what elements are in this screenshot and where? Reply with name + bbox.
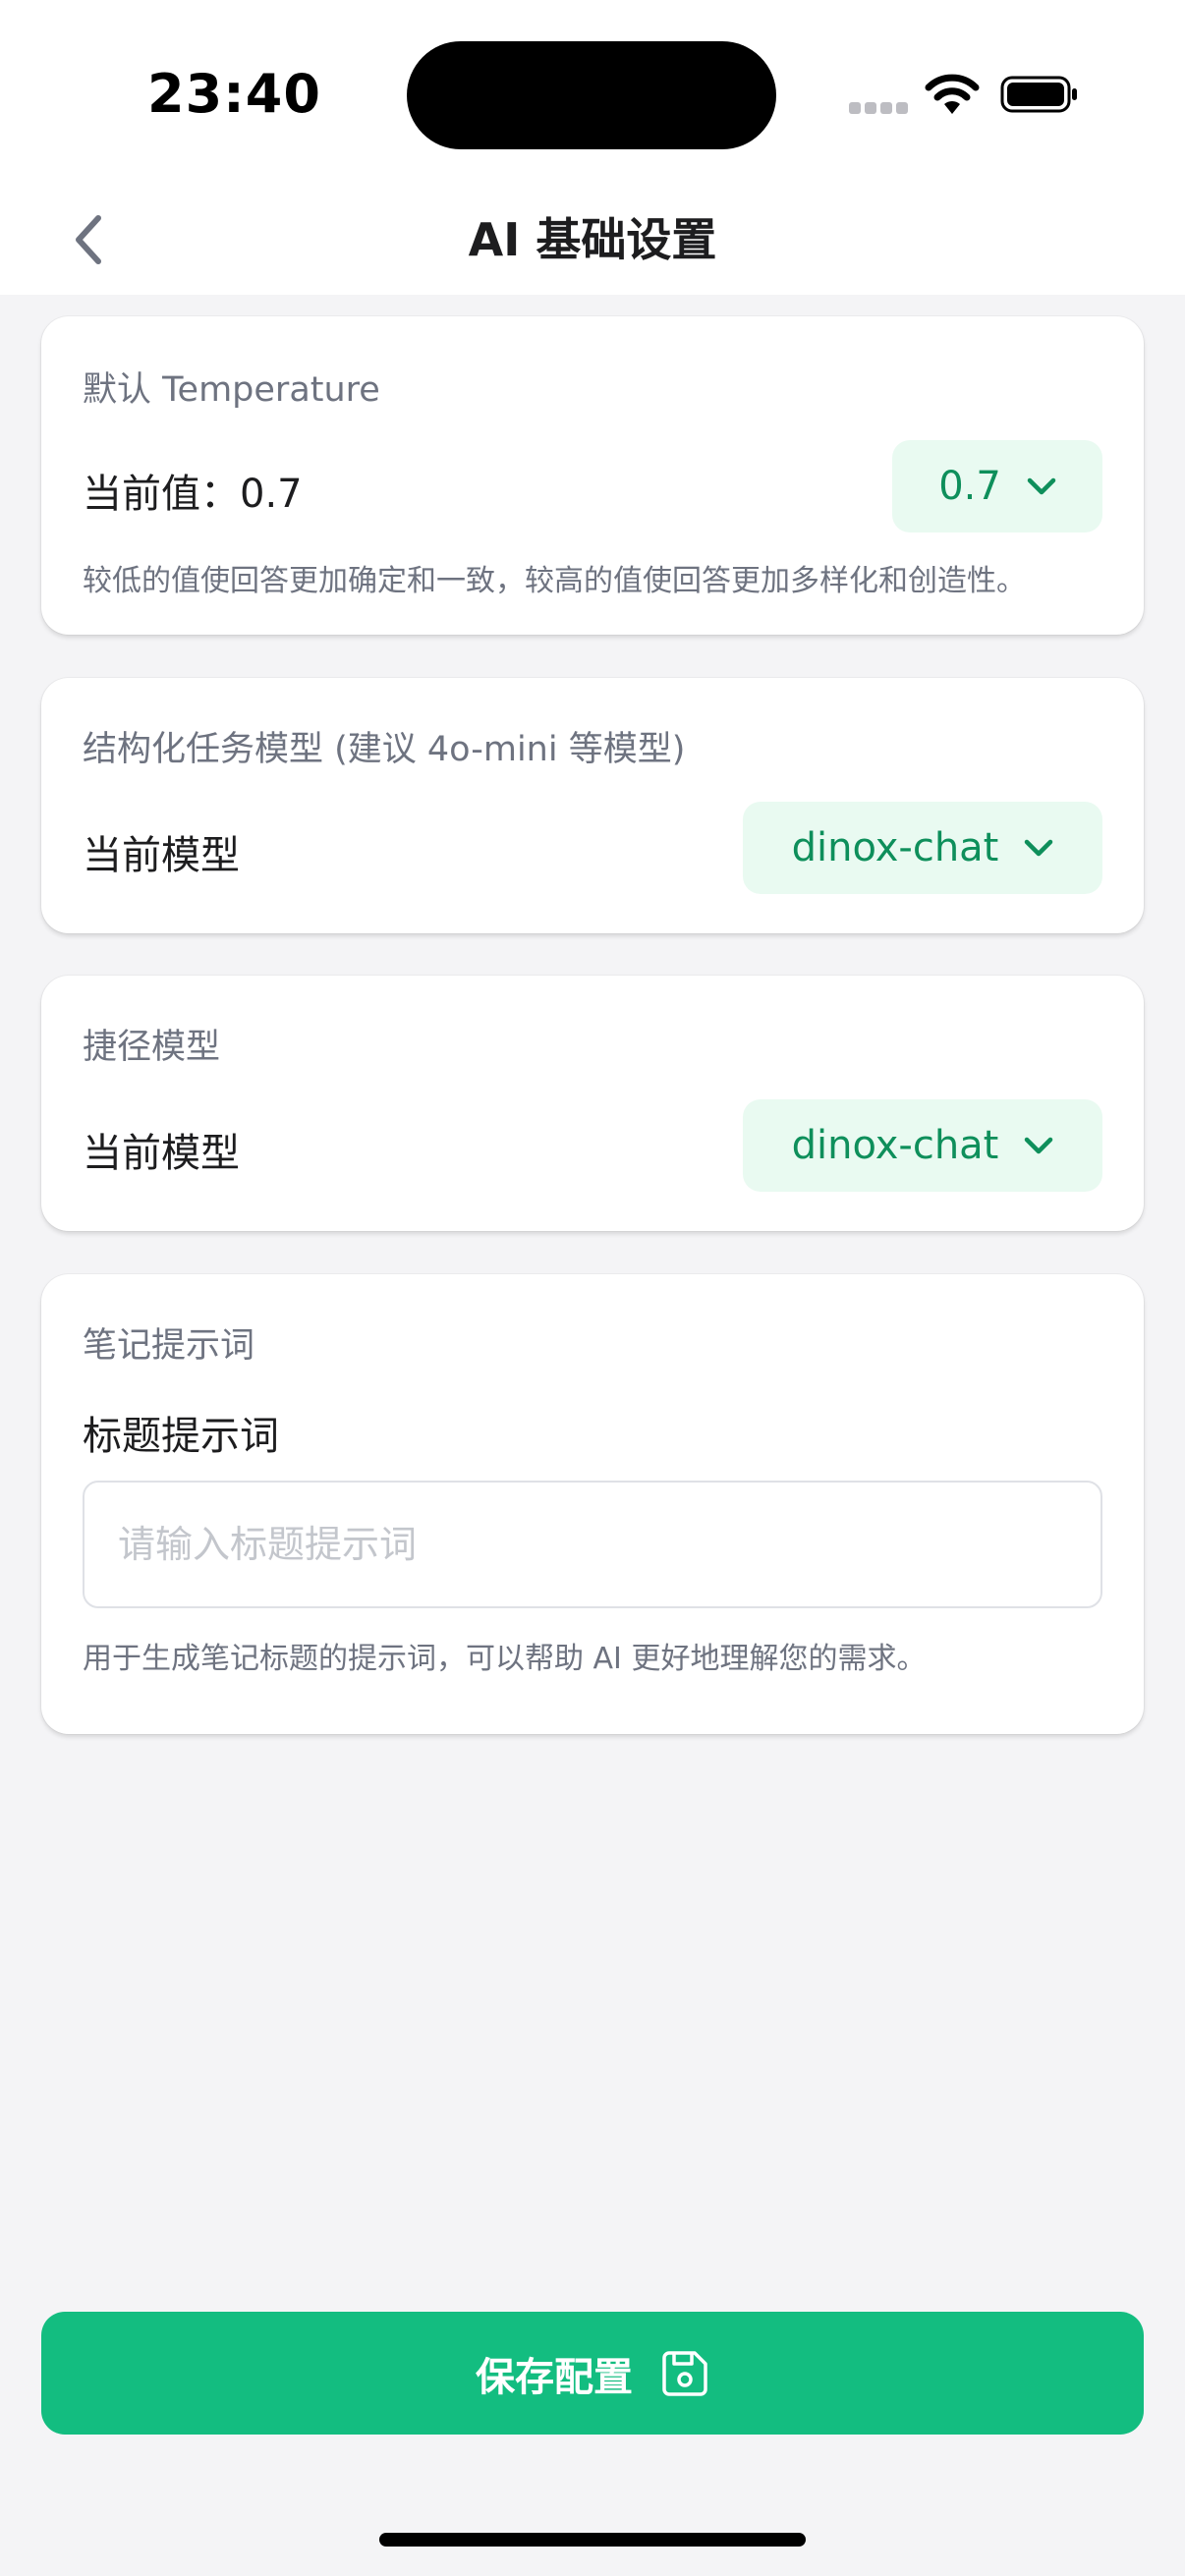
model-select-value: dinox-chat (791, 1123, 999, 1168)
screen: 23:40 AI 基础设置 默认 Temperature 当前值：0.7 0.7 (0, 0, 1185, 2576)
status-bar: 23:40 (0, 0, 1185, 187)
shortcut-model-card: 捷径模型 当前模型 dinox-chat (41, 976, 1144, 1231)
structured-model-card: 结构化任务模型 (建议 4o-mini 等模型) 当前模型 dinox-chat (41, 678, 1144, 933)
temperature-select-value: 0.7 (938, 464, 1001, 509)
temperature-hint: 较低的值使回答更加确定和一致，较高的值使回答更加多样化和创造性。 (83, 564, 1026, 598)
temperature-card: 默认 Temperature 当前值：0.7 0.7 较低的值使回答更加确定和一… (41, 316, 1144, 635)
nav-bar: AI 基础设置 (0, 187, 1185, 295)
note-prompt-card: 笔记提示词 标题提示词 用于生成笔记标题的提示词，可以帮助 AI 更好地理解您的… (41, 1274, 1144, 1734)
shortcut-model-select[interactable]: dinox-chat (743, 1099, 1102, 1192)
card-title: 捷径模型 (83, 1028, 221, 1067)
title-prompt-label: 标题提示词 (83, 1414, 279, 1459)
status-time: 23:40 (147, 63, 321, 125)
home-indicator (379, 2533, 806, 2547)
card-title: 默认 Temperature (83, 370, 380, 410)
page-title: AI 基础设置 (468, 213, 717, 266)
current-model-label: 当前模型 (83, 1131, 240, 1176)
save-config-button[interactable]: 保存配置 (41, 2312, 1144, 2435)
dynamic-island (407, 41, 776, 149)
card-title: 结构化任务模型 (建议 4o-mini 等模型) (83, 730, 686, 769)
card-title: 笔记提示词 (83, 1326, 255, 1366)
current-model-label: 当前模型 (83, 833, 240, 878)
title-prompt-hint: 用于生成笔记标题的提示词，可以帮助 AI 更好地理解您的需求。 (83, 1642, 927, 1676)
save-button-label: 保存配置 (476, 2354, 633, 2400)
model-select-value: dinox-chat (791, 825, 999, 870)
chevron-down-icon (1025, 839, 1053, 857)
save-icon (662, 2350, 707, 2396)
title-prompt-input[interactable] (83, 1481, 1102, 1608)
battery-icon (1000, 76, 1077, 113)
wifi-icon (925, 74, 980, 114)
signal-dots-icon (849, 102, 908, 116)
structured-model-select[interactable]: dinox-chat (743, 802, 1102, 894)
temperature-select[interactable]: 0.7 (892, 440, 1102, 532)
chevron-down-icon (1027, 477, 1056, 495)
current-value-label: 当前值：0.7 (83, 472, 303, 517)
chevron-down-icon (1025, 1137, 1053, 1154)
